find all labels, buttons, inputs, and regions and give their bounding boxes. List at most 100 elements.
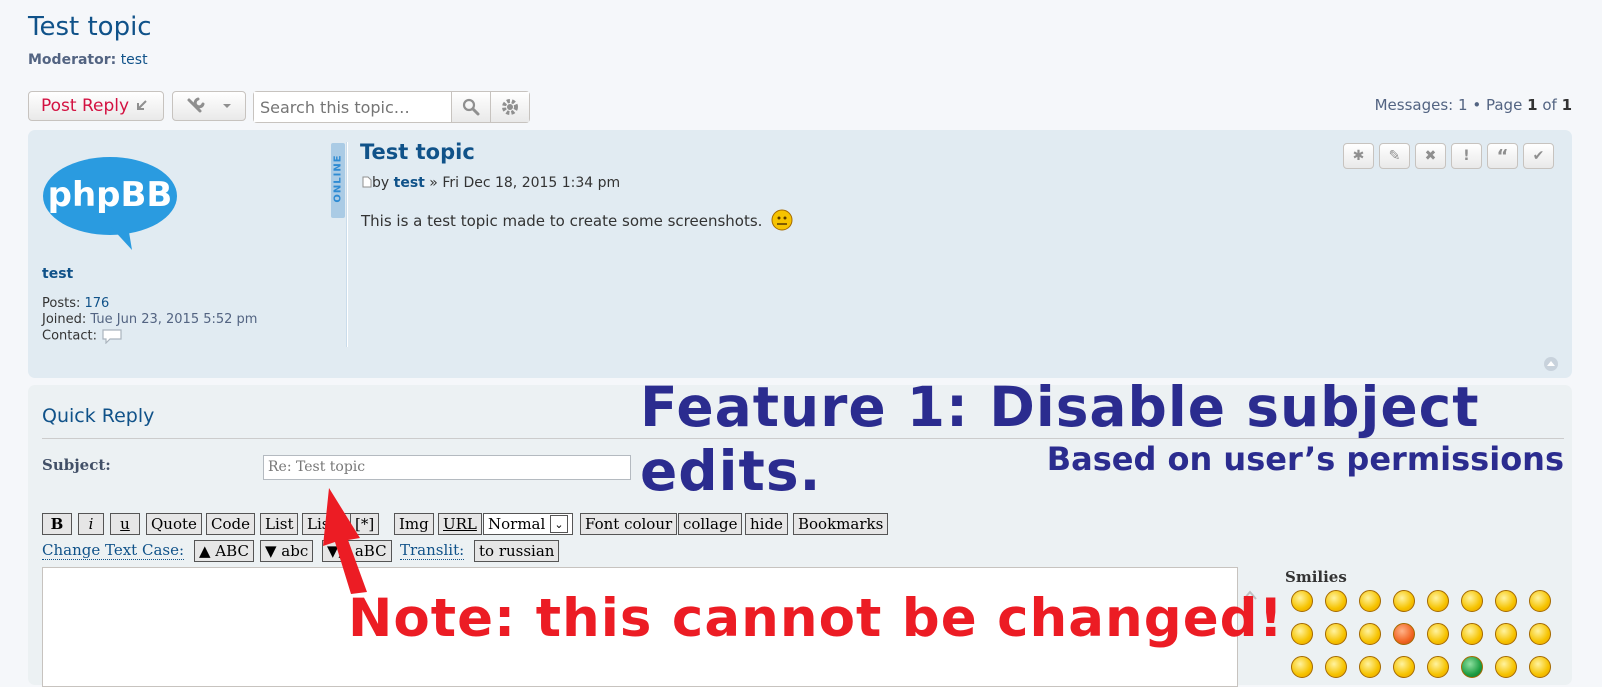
online-badge: ONLINE: [331, 143, 345, 218]
smiley-icon[interactable]: [1359, 656, 1381, 678]
edit-button[interactable]: ✎: [1379, 143, 1410, 169]
lowercase-button[interactable]: ▼ abc: [260, 540, 314, 562]
to-russian-button[interactable]: to russian: [474, 540, 560, 562]
joined-label: Joined:: [42, 312, 87, 327]
pagination: Messages: 1 • Page 1 of 1: [1375, 96, 1572, 114]
post-divider: [346, 142, 348, 347]
search-input[interactable]: [254, 92, 452, 122]
list-button[interactable]: List: [260, 513, 299, 535]
smiley-icon[interactable]: [1529, 590, 1551, 612]
messages-count: 1: [1458, 96, 1468, 114]
warn-button[interactable]: !: [1451, 143, 1482, 169]
chevron-down-icon: ⌄: [550, 515, 568, 533]
underline-button[interactable]: u: [110, 513, 140, 535]
close-icon: ✖: [1424, 148, 1437, 164]
page-label: Page: [1485, 96, 1523, 114]
post-author-name[interactable]: test: [42, 266, 73, 282]
post-file-icon[interactable]: [362, 176, 372, 188]
smiley-icon[interactable]: [1325, 656, 1347, 678]
neutral-smiley-icon: [771, 209, 793, 231]
topic-search: [253, 91, 530, 123]
profile-joined: Joined: Tue Jun 23, 2015 5:52 pm: [42, 312, 257, 327]
note-annotation: Note: this cannot be changed!: [348, 588, 1284, 649]
smiley-icon[interactable]: [1325, 623, 1347, 645]
joined-date: Tue Jun 23, 2015 5:52 pm: [90, 312, 258, 327]
exclamation-icon: !: [1463, 148, 1470, 164]
current-page: 1: [1527, 96, 1538, 114]
svg-text:phpBB: phpBB: [48, 175, 173, 215]
smiley-icon[interactable]: [1325, 590, 1347, 612]
search-button[interactable]: [452, 92, 491, 122]
of-label: of: [1542, 96, 1557, 114]
avatar[interactable]: phpBB: [42, 156, 178, 252]
post-text: This is a test topic made to create some…: [361, 212, 763, 230]
smiley-icon[interactable]: [1495, 590, 1517, 612]
quote-bbcode-button[interactable]: Quote: [146, 513, 202, 535]
annotation-arrow-icon: [323, 488, 367, 594]
smiley-icon[interactable]: [1427, 623, 1449, 645]
smiley-icon[interactable]: [1393, 656, 1415, 678]
smiley-icon[interactable]: [1359, 623, 1381, 645]
smiley-icon[interactable]: [1427, 656, 1449, 678]
bold-button[interactable]: B: [42, 513, 72, 535]
post-title[interactable]: Test topic: [360, 140, 475, 164]
topic-tools-button[interactable]: [172, 91, 246, 121]
post-author-link[interactable]: test: [394, 175, 425, 191]
url-button[interactable]: URL: [438, 513, 482, 535]
smiley-icon[interactable]: [1461, 590, 1483, 612]
quote-button[interactable]: “: [1487, 143, 1518, 169]
moderator-line: Moderator: test: [28, 52, 148, 68]
post-container: [28, 130, 1572, 378]
delete-button[interactable]: ✖: [1415, 143, 1446, 169]
smiley-icon[interactable]: [1393, 590, 1415, 612]
moderator-link[interactable]: test: [121, 52, 148, 68]
quote-icon: “: [1496, 145, 1509, 167]
wrench-icon: [187, 97, 205, 113]
hide-button[interactable]: hide: [745, 513, 788, 535]
code-button[interactable]: Code: [206, 513, 255, 535]
feature-subtitle: Based on user’s permissions: [1046, 440, 1564, 478]
post-body: This is a test topic made to create some…: [361, 209, 793, 231]
messages-label: Messages:: [1374, 96, 1454, 114]
smiley-icon[interactable]: [1291, 656, 1313, 678]
approve-button[interactable]: ✔: [1523, 143, 1554, 169]
uppercase-button[interactable]: ▲ ABC: [194, 540, 254, 562]
bookmarks-button[interactable]: Bookmarks: [793, 513, 889, 535]
img-button[interactable]: Img: [394, 513, 434, 535]
smiley-icon[interactable]: [1359, 590, 1381, 612]
font-size-select[interactable]: Normal ⌄: [483, 513, 573, 535]
smiley-icon[interactable]: [1427, 590, 1449, 612]
smiley-icon[interactable]: [1461, 623, 1483, 645]
smiley-icon[interactable]: [1291, 590, 1313, 612]
caret-down-icon: [223, 104, 231, 108]
phpbb-logo: phpBB: [43, 157, 177, 250]
smiley-icon[interactable]: [1529, 656, 1551, 678]
smiley-icon[interactable]: [1461, 656, 1483, 678]
moderator-label: Moderator:: [28, 52, 117, 68]
report-button[interactable]: ✱: [1343, 143, 1374, 169]
subject-field[interactable]: Re: Test topic: [263, 455, 631, 480]
smiley-icon[interactable]: [1495, 656, 1517, 678]
italic-button[interactable]: i: [78, 513, 104, 535]
smiley-icon[interactable]: [1529, 623, 1551, 645]
advanced-search-button[interactable]: [491, 92, 529, 122]
translit-label[interactable]: Translit:: [400, 541, 465, 560]
profile-contact: Contact:: [42, 328, 123, 345]
check-icon: ✔: [1532, 148, 1545, 164]
topic-title[interactable]: Test topic: [28, 12, 152, 42]
smiley-icon[interactable]: [1393, 623, 1415, 645]
separator: •: [1472, 96, 1482, 114]
smiley-icon[interactable]: [1495, 623, 1517, 645]
font-colour-button[interactable]: Font colour: [580, 513, 678, 535]
contact-bubble-icon[interactable]: [101, 328, 123, 345]
contact-label: Contact:: [42, 328, 97, 344]
search-icon: [462, 98, 480, 116]
post-reply-button[interactable]: Post Reply: [28, 91, 164, 121]
posts-count[interactable]: 176: [85, 296, 110, 311]
smiley-icon[interactable]: [1291, 623, 1313, 645]
post-date: » Fri Dec 18, 2015 1:34 pm: [429, 175, 621, 191]
back-to-top-icon[interactable]: [1543, 356, 1559, 372]
collage-button[interactable]: collage: [678, 513, 743, 535]
change-case-label[interactable]: Change Text Case:: [42, 541, 185, 560]
reply-arrow-icon: [137, 100, 147, 110]
